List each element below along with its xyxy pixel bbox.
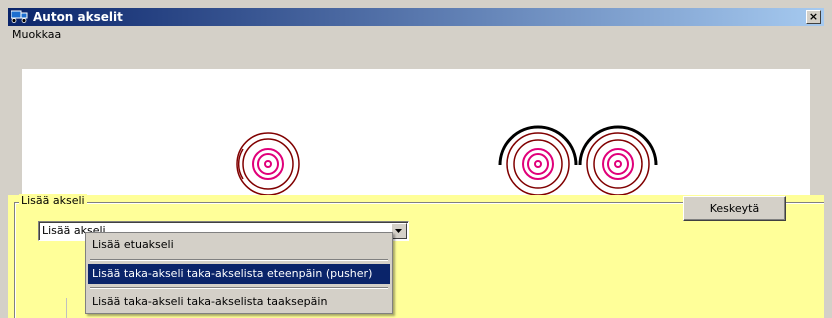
menu-bar: Muokkaa — [8, 26, 824, 44]
auton-akselit-window: Auton akselit × Muokkaa Lisää akseli Kes… — [0, 0, 832, 318]
close-icon: × — [808, 10, 819, 23]
single-wheel[interactable] — [236, 132, 300, 195]
combobox-dropdown-button[interactable] — [391, 223, 407, 239]
cancel-button[interactable]: Keskeytä — [683, 196, 786, 221]
close-button[interactable]: × — [806, 10, 821, 24]
axle-drawing-canvas[interactable] — [22, 69, 810, 195]
groupbox-label: Lisää akseli — [19, 194, 87, 208]
divider — [66, 298, 67, 318]
truck-icon — [10, 9, 28, 24]
option-add-rear-axle-behind[interactable]: Lisää taka-akseli taka-akselista taaksep… — [88, 292, 390, 312]
combobox-dropdown-list: Lisää etuakseli Lisää taka-akseli taka-a… — [85, 232, 393, 314]
menu-item-muokkaa[interactable]: Muokkaa — [12, 28, 61, 42]
tandem-wheel[interactable] — [578, 125, 658, 195]
option-add-front-axle[interactable]: Lisää etuakseli — [88, 235, 390, 255]
option-separator — [90, 259, 388, 261]
window-title: Auton akselit — [33, 10, 123, 24]
tandem-wheel[interactable] — [498, 125, 578, 195]
option-separator — [90, 287, 388, 289]
chevron-down-icon — [395, 229, 402, 233]
option-add-rear-axle-pusher[interactable]: Lisää taka-akseli taka-akselista eteenpä… — [88, 264, 390, 284]
title-bar[interactable]: Auton akselit × — [8, 8, 824, 26]
